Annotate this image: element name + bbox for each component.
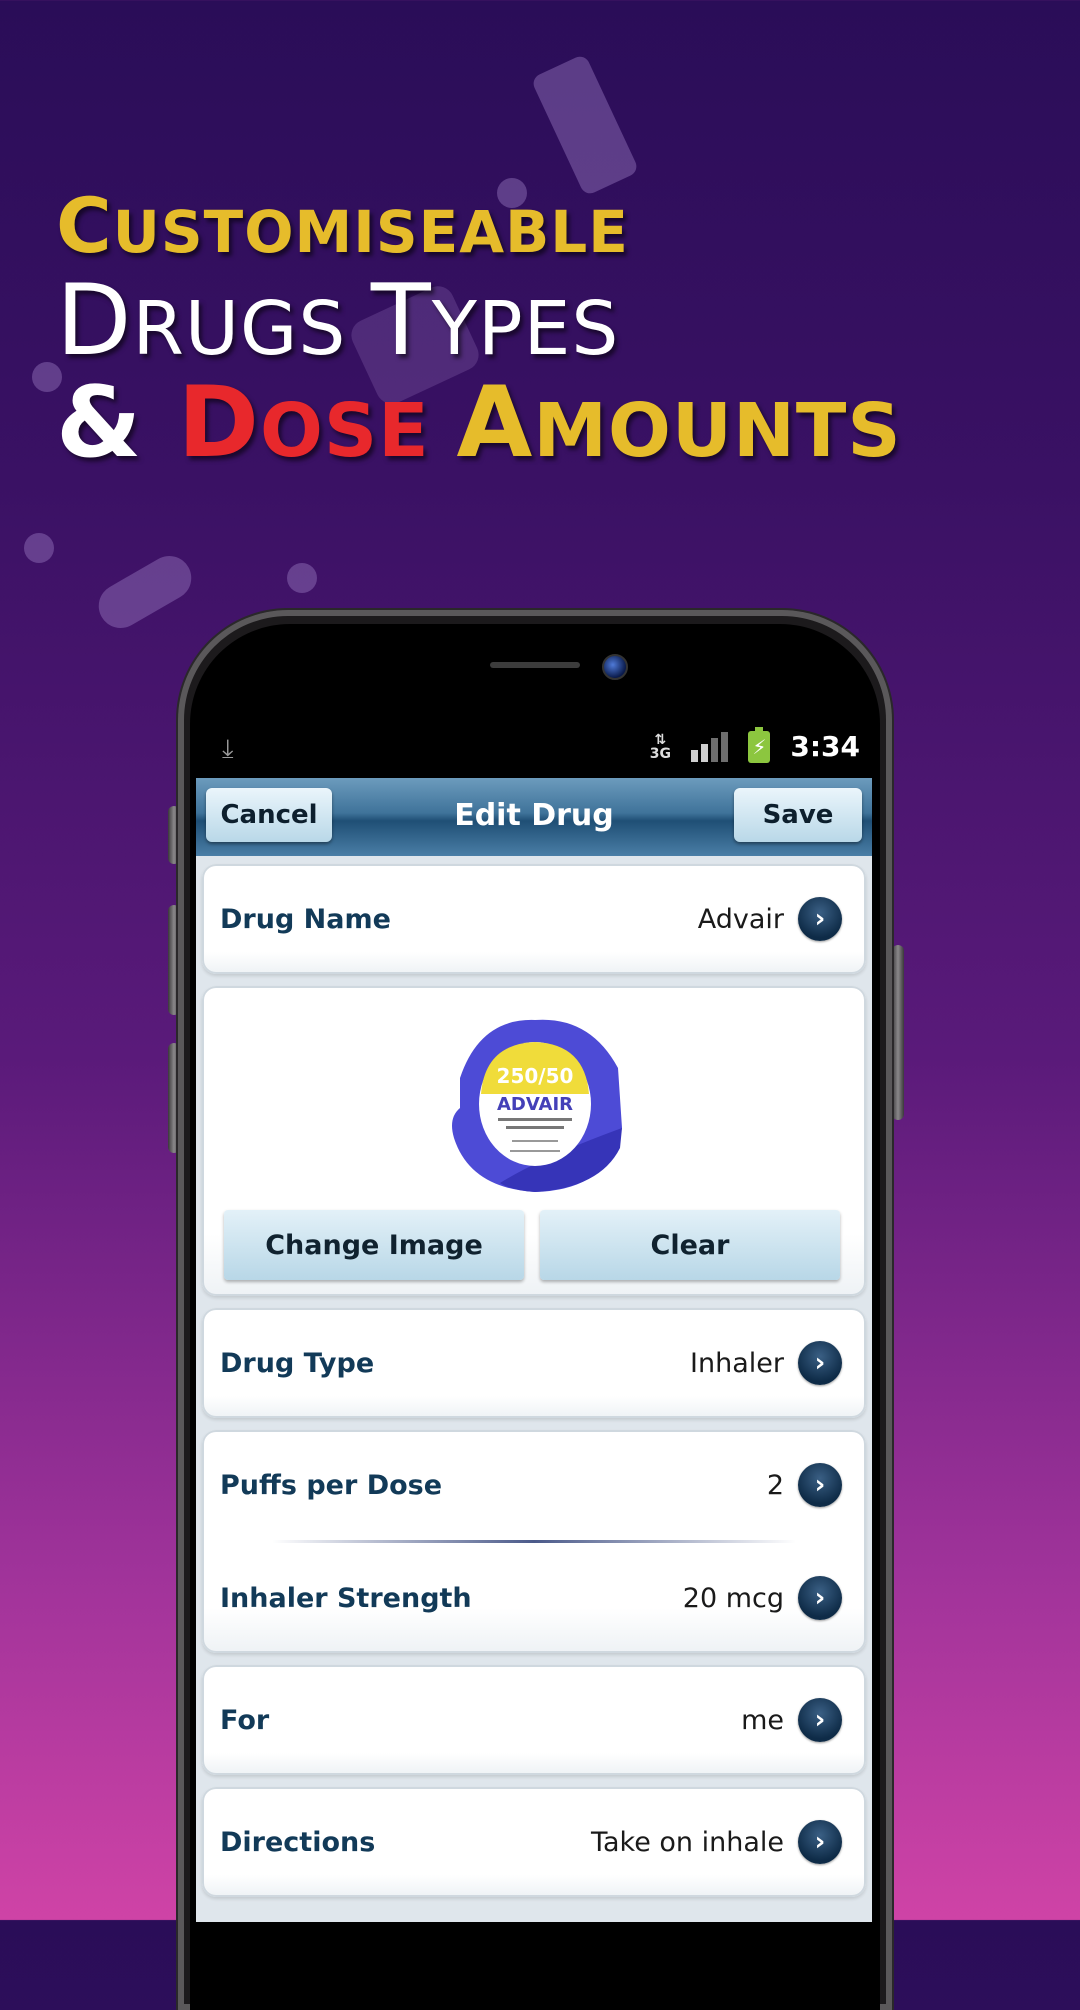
headline-line-1: CUSTOMISEABLE [56,181,629,270]
promo-headline: CUSTOMISEABLE DRUGS TYPES & DOSE AMOUNTS [56,181,902,480]
syringe-decoration [530,53,640,197]
puffs-per-dose-label: Puffs per Dose [220,1469,443,1501]
inhaler-image: 250/50 ADVAIR [452,1019,622,1192]
drug-type-value: Inhaler [690,1347,784,1379]
drug-name-card: Drug Name Advair › [202,864,866,974]
inhaler-strength-label: Inhaler Strength [220,1582,472,1614]
title-bar: Cancel Edit Drug Save [196,778,872,856]
save-button[interactable]: Save [734,788,862,842]
chevron-right-icon[interactable]: › [798,1698,842,1742]
pill-decoration [90,547,200,637]
directions-value: Take on inhale [590,1826,784,1858]
phone-camera [602,654,628,680]
inhaler-dose-text: 250/50 [497,1064,574,1088]
drug-type-row[interactable]: Drug Type Inhaler › [202,1308,866,1418]
drug-name-label: Drug Name [220,903,391,935]
directions-row[interactable]: Directions Take on inhale › [202,1787,866,1897]
dose-card: Puffs per Dose 2 › Inhaler Strength 20 m… [202,1430,866,1653]
for-value: me [741,1704,784,1736]
change-image-button[interactable]: Change Image [224,1210,524,1280]
phone-screen: ⤓ ⇅ 3G ⚡ 3:34 Cancel Edit Drug Save Drug … [196,722,872,1922]
signal-icon [691,731,729,762]
drug-name-row[interactable]: Drug Name Advair › [202,864,866,974]
chevron-right-icon[interactable]: › [798,1463,842,1507]
phone-power-button [892,945,904,1120]
clear-image-button[interactable]: Clear [540,1210,840,1280]
headline-line-2: DRUGS TYPES [56,264,620,378]
directions-label: Directions [220,1826,376,1858]
decor-dot [24,533,54,563]
puffs-per-dose-value: 2 [766,1469,784,1501]
phone-speaker [490,662,580,668]
chevron-right-icon[interactable]: › [798,897,842,941]
for-row[interactable]: For me › [202,1665,866,1775]
inhaler-brand-text: ADVAIR [497,1094,573,1115]
drug-image-card: 250/50 ADVAIR Change Image Clear [202,986,866,1296]
download-icon: ⤓ [222,734,234,764]
status-bar: ⤓ ⇅ 3G ⚡ 3:34 [196,722,872,778]
directions-card: Directions Take on inhale › [202,1787,866,1897]
for-card: For me › [202,1665,866,1775]
decor-dot [287,563,317,593]
drug-type-card: Drug Type Inhaler › [202,1308,866,1418]
chevron-right-icon[interactable]: › [798,1341,842,1385]
chevron-right-icon[interactable]: › [798,1576,842,1620]
inhaler-strength-row[interactable]: Inhaler Strength 20 mcg › [202,1543,866,1653]
battery-charging-icon: ⚡ [748,726,771,763]
inhaler-strength-value: 20 mcg [682,1582,784,1614]
chevron-right-icon[interactable]: › [798,1820,842,1864]
headline-line-3: & DOSE AMOUNTS [56,366,902,480]
network-3g-icon: ⇅ 3G [649,731,671,762]
drug-type-label: Drug Type [220,1347,375,1379]
for-label: For [220,1704,270,1736]
status-time: 3:34 [790,730,860,763]
drug-name-value: Advair [697,903,784,935]
puffs-per-dose-row[interactable]: Puffs per Dose 2 › [202,1430,866,1540]
